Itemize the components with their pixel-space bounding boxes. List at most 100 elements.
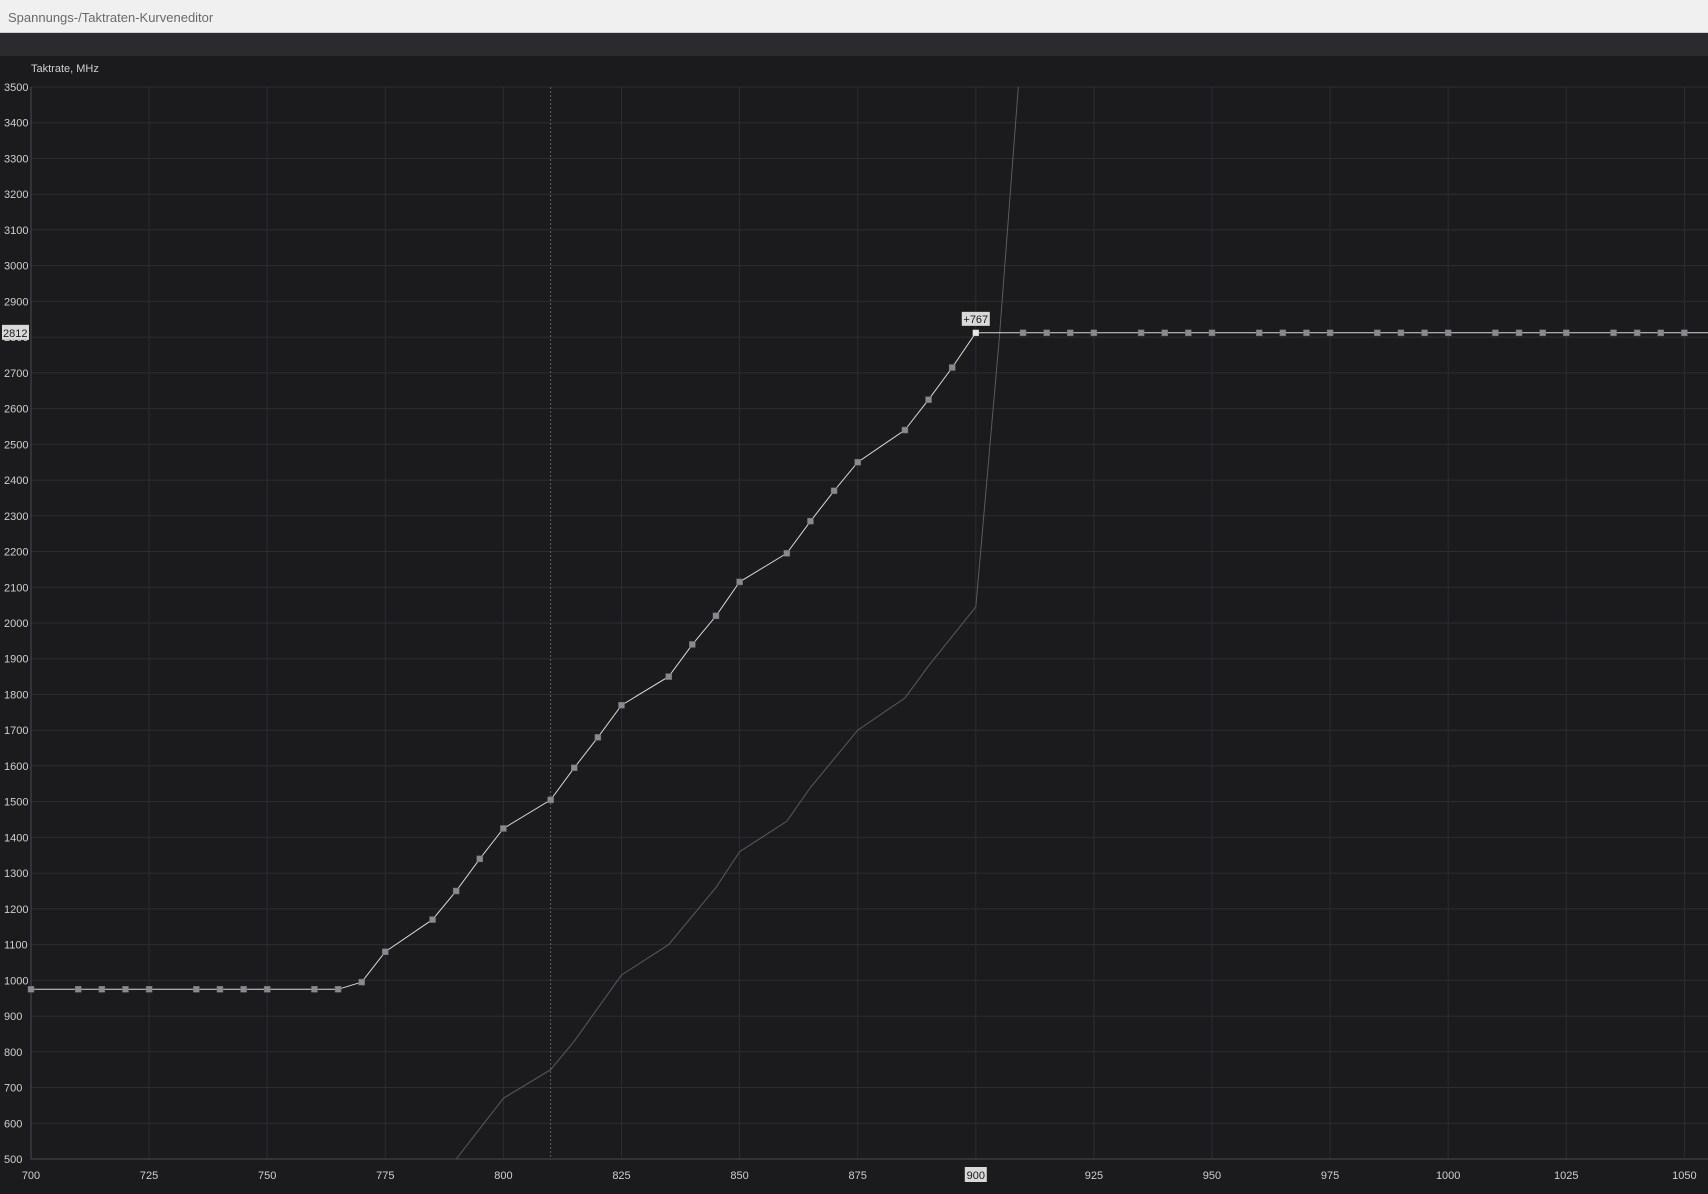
x-tick-label: 1025: [1554, 1170, 1578, 1182]
selected-point-handle[interactable]: [972, 329, 979, 336]
curve-point-handle[interactable]: [854, 458, 861, 466]
curve-point-handle[interactable]: [1303, 329, 1310, 337]
x-tick-label: 700: [22, 1170, 40, 1182]
curve-point-handle[interactable]: [1397, 329, 1405, 337]
y-tick-label: 3500: [4, 82, 28, 94]
y-tick-label: 3000: [4, 261, 28, 273]
curve-point-handle[interactable]: [901, 426, 909, 434]
curve-point-handle[interactable]: [476, 855, 484, 863]
y-tick-label: 2300: [4, 511, 28, 523]
curve-point-handle[interactable]: [1090, 329, 1098, 337]
curve-point-handle[interactable]: [98, 986, 106, 993]
curve-point-handle[interactable]: [1610, 329, 1617, 337]
curve-point-handle[interactable]: [1539, 329, 1546, 337]
x-tick-label: 850: [730, 1170, 748, 1182]
cursor-x-value: 900: [967, 1170, 985, 1182]
curve-point-handle[interactable]: [1326, 329, 1334, 337]
curve-point-handle[interactable]: [571, 764, 578, 771]
curve-point-handle[interactable]: [736, 578, 743, 586]
y-tick-label: 2000: [4, 618, 28, 630]
x-tick-label: 925: [1085, 1170, 1103, 1182]
curve-point-handle[interactable]: [500, 825, 507, 832]
x-tick-label: 950: [1203, 1170, 1221, 1182]
y-tick-label: 3100: [4, 225, 28, 237]
curve-point-handle[interactable]: [1374, 329, 1381, 337]
y-tick-label: 2400: [4, 475, 28, 487]
y-tick-label: 2600: [4, 404, 28, 416]
curve-point-handle[interactable]: [1563, 329, 1570, 337]
x-tick-label: 725: [140, 1170, 158, 1182]
curve-point-handle[interactable]: [1255, 329, 1263, 337]
curve-point-handle[interactable]: [382, 948, 389, 955]
x-tick-label: 1050: [1672, 1170, 1696, 1182]
y-tick-label: 3200: [4, 189, 28, 201]
curve-point-handle[interactable]: [311, 986, 318, 993]
y-tick-label: 900: [4, 1011, 22, 1023]
y-tick-label: 2900: [4, 296, 28, 308]
y-tick-label: 1900: [4, 654, 28, 666]
curve-point-handle[interactable]: [618, 701, 625, 709]
curve-point-handle[interactable]: [689, 641, 696, 648]
curve-point-handle[interactable]: [263, 986, 271, 993]
y-tick-label: 2200: [4, 547, 28, 559]
curve-point-handle[interactable]: [334, 986, 342, 993]
y-tick-label: 1000: [4, 975, 28, 987]
y-tick-label: 2100: [4, 582, 28, 594]
curve-point-handle[interactable]: [358, 978, 365, 986]
y-tick-label: 1500: [4, 797, 28, 809]
window-titlebar: Spannungs-/Taktraten-Kurveneditor: [0, 0, 1708, 33]
curve-point-handle[interactable]: [948, 364, 956, 371]
y-tick-label: 3400: [4, 118, 28, 130]
curve-point-handle[interactable]: [216, 986, 224, 993]
curve-point-handle[interactable]: [145, 986, 153, 993]
curve-point-handle[interactable]: [1279, 329, 1287, 337]
curve-point-handle[interactable]: [193, 986, 200, 993]
curve-point-handle[interactable]: [1515, 329, 1523, 337]
window-title: Spannungs-/Taktraten-Kurveneditor: [8, 10, 214, 25]
curve-point-handle[interactable]: [240, 986, 247, 993]
curve-point-handle[interactable]: [1492, 329, 1499, 337]
curve-point-handle[interactable]: [830, 487, 838, 495]
curve-editor[interactable]: Taktrate, MHz 500 600 700 800 900 1000 1100 120…: [0, 56, 1708, 1194]
curve-point-handle[interactable]: [74, 986, 82, 993]
curve-point-handle[interactable]: [1067, 329, 1074, 337]
curve-point-handle[interactable]: [783, 550, 791, 557]
curve-point-handle[interactable]: [1137, 329, 1145, 337]
cursor-y-value: 2812: [3, 328, 27, 340]
curve-point-handle[interactable]: [122, 986, 129, 993]
curve-point-handle[interactable]: [429, 916, 436, 923]
curve-point-handle[interactable]: [1185, 329, 1192, 337]
curve-point-handle[interactable]: [1043, 329, 1050, 337]
curve-point-handle[interactable]: [452, 887, 460, 895]
y-tick-label: 1400: [4, 832, 28, 844]
curve-point-handle[interactable]: [807, 517, 814, 525]
curve-point-handle[interactable]: [1208, 329, 1216, 337]
curve-point-handle[interactable]: [1681, 329, 1688, 337]
y-tick-label: 1200: [4, 904, 28, 916]
y-tick-label: 2500: [4, 439, 28, 451]
x-tick-label: 800: [494, 1170, 512, 1182]
y-tick-label: 2700: [4, 368, 28, 380]
y-tick-label: 500: [4, 1154, 22, 1166]
curve-point-handle[interactable]: [1161, 329, 1168, 337]
curve-point-handle[interactable]: [665, 673, 672, 680]
curve-point-handle[interactable]: [547, 796, 554, 804]
curve-point-handle[interactable]: [1421, 329, 1428, 337]
offset-value: +767: [963, 314, 988, 326]
curve-point-handle[interactable]: [1633, 329, 1641, 337]
x-tick-label: 1000: [1436, 1170, 1460, 1182]
x-tick-label: 750: [258, 1170, 276, 1182]
x-tick-label: 975: [1321, 1170, 1339, 1182]
curve-point-handle[interactable]: [925, 396, 932, 403]
y-tick-label: 600: [4, 1118, 22, 1130]
curve-point-handle[interactable]: [1657, 329, 1665, 337]
y-tick-label: 800: [4, 1047, 22, 1059]
x-tick-label: 775: [376, 1170, 394, 1182]
vf-curve-chart[interactable]: 500 600 700 800 900 1000 1100 1200 1300 1400 1500 1…: [0, 56, 1708, 1194]
curve-point-handle[interactable]: [1444, 329, 1452, 337]
curve-point-handle[interactable]: [712, 612, 720, 620]
vf-curve-line: [31, 332, 1708, 990]
curve-point-handle[interactable]: [1019, 329, 1027, 337]
curve-point-handle[interactable]: [594, 734, 602, 741]
curve-point-handle[interactable]: [27, 986, 35, 993]
